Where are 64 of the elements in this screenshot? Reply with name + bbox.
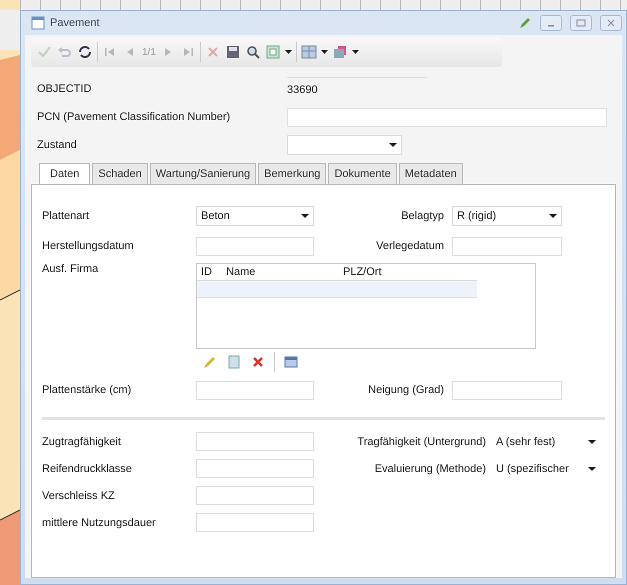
close-button[interactable] bbox=[600, 15, 622, 31]
column-header: PLZ/Ort bbox=[342, 266, 383, 278]
form-icon bbox=[31, 16, 45, 30]
field-label: Herstellungsdatum bbox=[42, 240, 135, 252]
field-label: Belagtyp bbox=[400, 210, 445, 222]
text-field[interactable] bbox=[196, 432, 314, 451]
field-label: Ausf. Firma bbox=[42, 263, 100, 277]
tab[interactable]: Wartung/Sanierung bbox=[150, 163, 256, 184]
tab[interactable]: Metadaten bbox=[398, 163, 463, 184]
field-value: 33690 bbox=[287, 76, 427, 102]
caret-icon bbox=[320, 50, 328, 54]
field-label: mittlere Nutzungsdauer bbox=[42, 516, 157, 528]
text-field[interactable] bbox=[287, 108, 607, 126]
text-field[interactable] bbox=[196, 459, 314, 478]
caret-icon bbox=[352, 50, 359, 54]
field-label: Verschleiss KZ bbox=[42, 490, 116, 502]
field-label: Evaluierung (Methode) bbox=[374, 462, 487, 474]
layout-icon bbox=[300, 44, 317, 60]
maximize-button[interactable] bbox=[570, 15, 592, 31]
dropdown-field[interactable] bbox=[287, 135, 402, 155]
check-icon bbox=[37, 44, 53, 60]
field-label: Verlegedatum bbox=[375, 240, 445, 252]
window-title: Pavement bbox=[50, 17, 101, 29]
field-label: Plattenstärke (cm) bbox=[42, 384, 132, 396]
field-label: Reifendruckklasse bbox=[42, 462, 133, 474]
box-icon bbox=[332, 44, 348, 60]
text-field[interactable] bbox=[196, 236, 314, 256]
column-header: Name bbox=[225, 266, 256, 278]
text-field[interactable] bbox=[196, 513, 314, 532]
page-indicator: 1/1 bbox=[142, 46, 156, 58]
undo-icon bbox=[57, 44, 73, 60]
refresh-icon bbox=[77, 44, 93, 60]
tab[interactable]: Dokumente bbox=[328, 163, 397, 184]
field-label: PCN (Pavement Classification Number) bbox=[36, 111, 232, 123]
pencil-icon bbox=[202, 354, 218, 370]
field-label: Tragfähigkeit (Untergrund) bbox=[356, 436, 487, 448]
field-label: Plattenart bbox=[42, 210, 90, 222]
tab[interactable]: Schaden bbox=[92, 163, 148, 184]
table-row[interactable] bbox=[197, 281, 477, 298]
text-field[interactable] bbox=[452, 380, 562, 400]
dropdown-field[interactable]: R (rigid) bbox=[452, 206, 562, 226]
close-icon bbox=[606, 19, 616, 27]
text-field[interactable] bbox=[196, 380, 314, 400]
text-field[interactable] bbox=[196, 486, 314, 505]
field-label: OBJECTID bbox=[36, 83, 92, 95]
minimize-button[interactable] bbox=[540, 15, 562, 31]
text-field[interactable] bbox=[452, 236, 562, 256]
pencil-icon bbox=[518, 16, 532, 30]
document-icon bbox=[226, 354, 242, 370]
export-icon bbox=[264, 44, 281, 60]
search-icon bbox=[244, 44, 261, 60]
maximize-icon bbox=[576, 19, 586, 27]
caret-icon bbox=[284, 50, 292, 54]
tab[interactable]: Bemerkung bbox=[258, 163, 326, 184]
window-icon bbox=[283, 354, 299, 370]
field-label: Zustand bbox=[36, 139, 78, 151]
dropdown-field[interactable]: A (sehr fest) bbox=[492, 432, 600, 452]
dropdown-field[interactable]: Beton bbox=[196, 206, 314, 226]
dropdown-field[interactable]: U (spezifischer bbox=[492, 458, 600, 478]
column-header: ID bbox=[200, 266, 213, 278]
field-label: Neigung (Grad) bbox=[367, 384, 445, 396]
tab[interactable]: Daten bbox=[39, 163, 90, 184]
field-label: Zugtragfähigkeit bbox=[42, 436, 122, 448]
save-icon bbox=[224, 44, 241, 60]
